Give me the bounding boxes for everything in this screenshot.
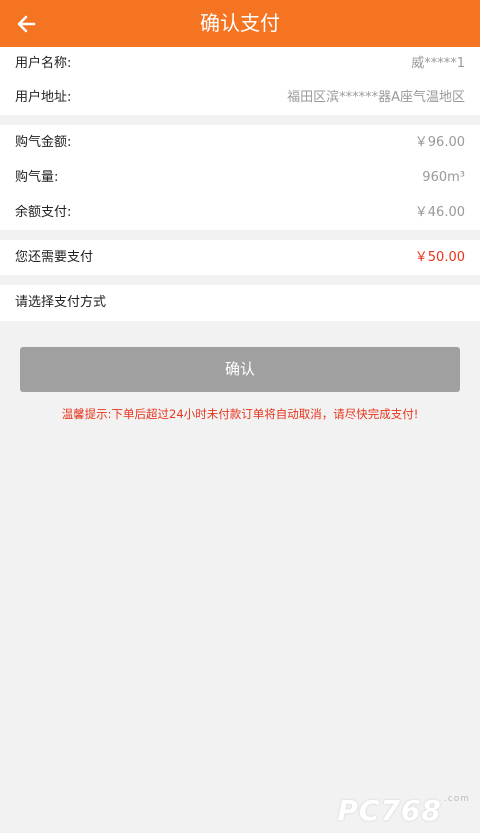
page-title: 确认支付 — [200, 11, 280, 35]
amount-due-label: 您还需要支付 — [15, 250, 94, 265]
balance-payment-value: ￥46.00 — [414, 205, 465, 220]
payment-method-section[interactable]: 请选择支付方式 — [0, 285, 480, 321]
warm-tip-text: 温馨提示:下单后超过24小时未付款订单将自动取消，请尽快完成支付! — [61, 407, 419, 421]
divider — [0, 115, 480, 125]
amount-due-value: ￥50.00 — [414, 250, 465, 265]
purchase-section: 购气金额: ￥96.00 购气量: 960m³ 余额支付: ￥46.00 — [0, 125, 480, 230]
amount-due-section: 您还需要支付 ￥50.00 — [0, 240, 480, 275]
divider — [0, 275, 480, 285]
purchase-volume-row: 购气量: 960m³ — [0, 160, 480, 195]
purchase-volume-label: 购气量: — [15, 170, 59, 185]
purchase-amount-row: 购气金额: ￥96.00 — [0, 125, 480, 160]
watermark-logo: PC768 .com — [337, 794, 470, 827]
watermark-suffix: .com — [443, 794, 470, 804]
user-address-label: 用户地址: — [15, 90, 72, 105]
user-name-value: 威*****1 — [411, 56, 465, 71]
purchase-volume-value: 960m³ — [422, 170, 465, 185]
amount-due-row: 您还需要支付 ￥50.00 — [0, 240, 480, 275]
top-bar: 确认支付 — [0, 0, 480, 47]
payment-method-row[interactable]: 请选择支付方式 — [0, 285, 480, 321]
divider — [0, 230, 480, 240]
watermark-text: PC768 — [337, 794, 442, 827]
user-info-section: 用户名称: 威*****1 用户地址: 福田区滨******器A座气温地区 — [0, 47, 480, 115]
user-name-label: 用户名称: — [15, 56, 72, 71]
purchase-amount-label: 购气金额: — [15, 135, 72, 150]
payment-method-label: 请选择支付方式 — [15, 295, 107, 310]
purchase-amount-value: ￥96.00 — [414, 135, 465, 150]
balance-payment-label: 余额支付: — [15, 205, 72, 220]
balance-payment-row: 余额支付: ￥46.00 — [0, 195, 480, 230]
user-address-value: 福田区滨******器A座气温地区 — [287, 90, 465, 105]
user-address-row: 用户地址: 福田区滨******器A座气温地区 — [0, 81, 480, 115]
confirm-button[interactable]: 确认 — [20, 347, 460, 392]
user-name-row: 用户名称: 威*****1 — [0, 47, 480, 81]
